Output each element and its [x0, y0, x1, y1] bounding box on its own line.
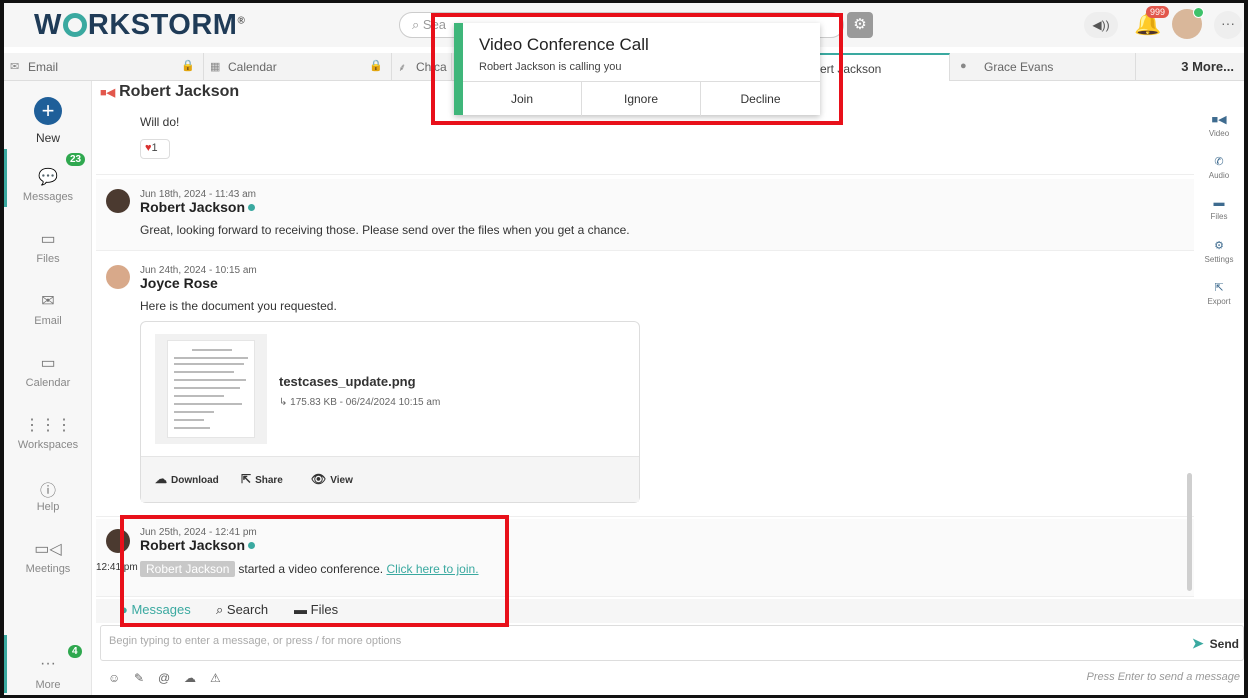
- cloud-download-icon: ☁: [155, 472, 167, 486]
- nav-workspaces[interactable]: ⋮⋮⋮ Workspaces: [4, 415, 92, 451]
- message-card: Jun 18th, 2024 - 11:43 am Robert Jackson…: [96, 179, 1194, 251]
- warning-icon[interactable]: ⚠: [210, 671, 221, 685]
- email-icon: ✉: [10, 61, 20, 73]
- video-tool[interactable]: ■◀ Video: [1194, 113, 1244, 138]
- preview-line: [174, 419, 204, 421]
- folder-icon: ▬: [1213, 197, 1225, 209]
- export-icon: ⇱: [1214, 282, 1224, 294]
- tab-calendar[interactable]: ▦ Calendar 🔒: [204, 53, 392, 81]
- download-button[interactable]: ☁ Download: [155, 472, 219, 486]
- nav-new[interactable]: + New: [4, 97, 92, 145]
- enter-hint: Press Enter to send a message: [1086, 671, 1240, 683]
- workstorm-logo[interactable]: W RKSTORM®: [34, 9, 245, 42]
- highlight-box-call: [431, 13, 843, 125]
- eye-icon: 👁: [311, 472, 327, 486]
- tabs-more-button[interactable]: 3 More...: [1181, 59, 1234, 74]
- nav-help[interactable]: ⓘ Help: [4, 477, 92, 513]
- user-avatar[interactable]: [1172, 7, 1204, 39]
- video-icon: ■◀: [1211, 114, 1227, 126]
- attachment-actions: ☁ Download ⇱ Share 👁 View: [141, 456, 639, 502]
- view-button[interactable]: 👁 View: [311, 472, 353, 486]
- phone-icon: ✆: [1214, 156, 1224, 168]
- search-settings-gear-icon[interactable]: ⚙: [847, 12, 873, 38]
- folder-icon: ▭: [40, 231, 56, 248]
- video-camera-icon: ■◀: [100, 87, 116, 99]
- avatar[interactable]: [106, 189, 130, 213]
- nav-messages[interactable]: 💬 Messages: [4, 167, 92, 203]
- document-preview: [167, 340, 255, 438]
- share-button[interactable]: ⇱ Share: [241, 472, 283, 486]
- preview-line: [174, 387, 240, 389]
- scrollbar[interactable]: [1187, 473, 1192, 591]
- preview-line: [174, 403, 242, 405]
- more-dots-icon: ···: [40, 655, 56, 672]
- message-author[interactable]: Robert Jackson: [140, 199, 256, 215]
- message-text: Great, looking forward to receiving thos…: [140, 223, 630, 237]
- more-options-icon[interactable]: ···: [1214, 11, 1242, 39]
- person-icon: ●: [960, 60, 967, 72]
- mention-icon[interactable]: @: [158, 671, 170, 685]
- files-tool[interactable]: ▬ Files: [1194, 197, 1244, 221]
- grid-icon: ⋮⋮⋮: [24, 417, 72, 434]
- notification-badge: 999: [1146, 6, 1170, 18]
- emoji-icon[interactable]: ☺: [108, 671, 120, 685]
- envelope-icon: ✉: [41, 293, 55, 310]
- pen-icon[interactable]: ✎: [134, 671, 144, 685]
- nav-files[interactable]: ▭ Files: [4, 229, 92, 265]
- video-camera-icon: ▭◁: [34, 541, 62, 558]
- preview-line: [174, 427, 210, 429]
- file-meta: ↳ 175.83 KB - 06/24/2024 10:15 am: [279, 397, 441, 408]
- settings-tool[interactable]: ⚙ Settings: [1194, 239, 1244, 264]
- send-icon: ➤: [1191, 635, 1204, 651]
- nav-calendar[interactable]: ▭ Calendar: [4, 353, 92, 389]
- workspace-icon: ⸙: [398, 62, 407, 74]
- file-attachment[interactable]: testcases_update.png ↳ 175.83 KB - 06/24…: [140, 321, 640, 503]
- preview-line: [174, 357, 248, 359]
- share-icon: ⇱: [241, 472, 252, 486]
- avatar[interactable]: [106, 265, 130, 289]
- preview-line: [174, 379, 246, 381]
- messages-badge: 23: [66, 153, 86, 166]
- left-navigation: + New 💬 Messages 23 ▭ Files ✉ Email ▭ Calenda…: [4, 81, 92, 695]
- message-text: Here is the document you requested.: [140, 299, 337, 313]
- nav-meetings[interactable]: ▭◁ Meetings: [4, 539, 92, 575]
- send-button[interactable]: ➤ Send: [1192, 635, 1239, 652]
- reaction-badge[interactable]: ♥1: [140, 139, 170, 159]
- conversation-title: ■◀ Robert Jackson: [100, 83, 240, 100]
- chat-bubble-icon: 💬: [38, 169, 58, 186]
- nav-email[interactable]: ✉ Email: [4, 291, 92, 327]
- calendar-icon: ▦: [210, 61, 221, 73]
- preview-line: [174, 371, 234, 373]
- lock-icon: 🔒: [369, 60, 383, 72]
- message-author[interactable]: Joyce Rose: [140, 275, 218, 291]
- message-text: Will do!: [140, 115, 180, 129]
- tab-grace-evans[interactable]: ● Grace Evans: [950, 53, 1136, 81]
- cloud-upload-icon[interactable]: ☁: [184, 671, 196, 685]
- message-input[interactable]: Begin typing to enter a message, or pres…: [109, 635, 401, 647]
- export-tool[interactable]: ⇱ Export: [1194, 281, 1244, 306]
- plus-icon: +: [34, 97, 62, 125]
- gear-icon: ⚙: [1214, 240, 1224, 252]
- online-status-icon: [248, 204, 256, 211]
- more-badge: 4: [68, 645, 82, 658]
- volume-icon[interactable]: ◀)): [1084, 12, 1118, 38]
- search-icon: ⌕: [412, 17, 423, 32]
- info-icon: ⓘ: [39, 483, 56, 500]
- file-thumbnail[interactable]: [155, 334, 267, 444]
- preview-line: [192, 349, 232, 351]
- audio-tool[interactable]: ✆ Audio: [1194, 155, 1244, 180]
- calendar-icon: ▭: [40, 355, 56, 372]
- tab-email[interactable]: ✉ Email 🔒: [4, 53, 204, 81]
- logo-o-icon: [62, 13, 87, 37]
- message-composer[interactable]: Begin typing to enter a message, or pres…: [100, 625, 1244, 661]
- workstorm-app: W RKSTORM® ⌕ Sea ⚙ ◀)) 🔔 999 ··· ✉ Email 🔒 …: [0, 0, 1248, 698]
- preview-line: [174, 395, 224, 397]
- preview-line: [174, 363, 244, 365]
- file-name[interactable]: testcases_update.png: [279, 374, 416, 389]
- nav-more[interactable]: ··· More: [4, 655, 92, 691]
- preview-line: [174, 411, 214, 413]
- lock-icon: 🔒: [181, 60, 195, 72]
- highlight-box-message: [120, 515, 509, 627]
